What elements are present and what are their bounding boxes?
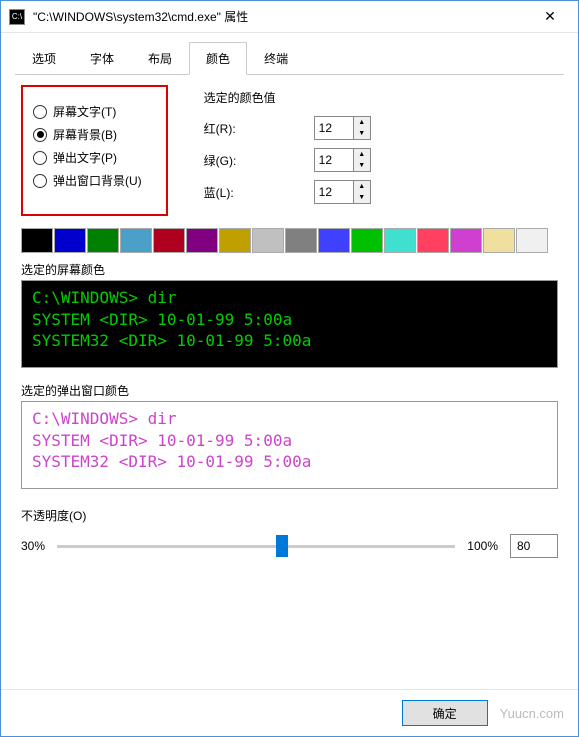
rgb-row-1: 绿(G): ▲▼ bbox=[198, 148, 558, 172]
color-swatch-5[interactable] bbox=[186, 228, 218, 253]
screen-color-preview: C:\WINDOWS> dirSYSTEM <DIR> 10-01-99 5:0… bbox=[21, 280, 558, 368]
color-target-radio-group: 屏幕文字(T) 屏幕背景(B) 弹出文字(P) 弹出窗口背景(U) bbox=[21, 85, 168, 216]
opacity-min-label: 30% bbox=[21, 539, 45, 553]
radio-label: 屏幕背景(B) bbox=[53, 126, 117, 143]
radio-item-1[interactable]: 屏幕背景(B) bbox=[33, 126, 142, 143]
titlebar: C:\ "C:\WINDOWS\system32\cmd.exe" 属性 ✕ bbox=[1, 1, 578, 33]
rgb-input[interactable] bbox=[315, 117, 353, 139]
opacity-slider-thumb[interactable] bbox=[276, 535, 288, 557]
color-swatch-1[interactable] bbox=[54, 228, 86, 253]
rgb-spinner[interactable]: ▲▼ bbox=[314, 180, 371, 204]
color-swatch-9[interactable] bbox=[318, 228, 350, 253]
rgb-label: 红(R): bbox=[204, 120, 264, 137]
radio-label: 弹出窗口背景(U) bbox=[53, 172, 142, 189]
preview-line: SYSTEM <DIR> 10-01-99 5:00a bbox=[32, 430, 547, 452]
screen-preview-label: 选定的屏幕颜色 bbox=[21, 261, 558, 278]
color-swatch-14[interactable] bbox=[483, 228, 515, 253]
opacity-label: 不透明度(O) bbox=[21, 507, 558, 524]
watermark-text: Yuucn.com bbox=[500, 706, 564, 721]
radio-item-3[interactable]: 弹出窗口背景(U) bbox=[33, 172, 142, 189]
color-swatch-12[interactable] bbox=[417, 228, 449, 253]
dialog-footer: 确定 Yuucn.com bbox=[1, 689, 578, 736]
ok-button[interactable]: 确定 bbox=[402, 700, 488, 726]
window-title: "C:\WINDOWS\system32\cmd.exe" 属性 bbox=[33, 8, 530, 25]
rgb-input[interactable] bbox=[315, 181, 353, 203]
color-swatch-2[interactable] bbox=[87, 228, 119, 253]
color-swatch-10[interactable] bbox=[351, 228, 383, 253]
color-tab-panel: 屏幕文字(T) 屏幕背景(B) 弹出文字(P) 弹出窗口背景(U) 选定的颜色值 红(… bbox=[15, 75, 564, 681]
radio-item-2[interactable]: 弹出文字(P) bbox=[33, 149, 142, 166]
color-palette bbox=[21, 228, 558, 253]
radio-label: 屏幕文字(T) bbox=[53, 103, 116, 120]
spinner-down-icon[interactable]: ▼ bbox=[354, 192, 370, 203]
tab-0[interactable]: 选项 bbox=[15, 42, 73, 75]
popup-preview-label: 选定的弹出窗口颜色 bbox=[21, 382, 558, 399]
preview-line: SYSTEM32 <DIR> 10-01-99 5:00a bbox=[32, 330, 547, 352]
properties-dialog: C:\ "C:\WINDOWS\system32\cmd.exe" 属性 ✕ 选… bbox=[0, 0, 579, 737]
radio-indicator bbox=[33, 105, 47, 119]
color-swatch-6[interactable] bbox=[219, 228, 251, 253]
rgb-label: 绿(G): bbox=[204, 152, 264, 169]
opacity-max-label: 100% bbox=[467, 539, 498, 553]
rgb-input[interactable] bbox=[315, 149, 353, 171]
preview-line: SYSTEM32 <DIR> 10-01-99 5:00a bbox=[32, 451, 547, 473]
dialog-content: 选项字体布局颜色终端 屏幕文字(T) 屏幕背景(B) 弹出文字(P) 弹出窗口背景(U… bbox=[1, 33, 578, 689]
radio-item-0[interactable]: 屏幕文字(T) bbox=[33, 103, 142, 120]
tab-4[interactable]: 终端 bbox=[247, 42, 305, 75]
popup-color-preview: C:\WINDOWS> dirSYSTEM <DIR> 10-01-99 5:0… bbox=[21, 401, 558, 489]
spinner-up-icon[interactable]: ▲ bbox=[354, 149, 370, 160]
spinner-down-icon[interactable]: ▼ bbox=[354, 160, 370, 171]
preview-line: C:\WINDOWS> dir bbox=[32, 408, 547, 430]
color-swatch-7[interactable] bbox=[252, 228, 284, 253]
rgb-spinner[interactable]: ▲▼ bbox=[314, 116, 371, 140]
color-swatch-13[interactable] bbox=[450, 228, 482, 253]
radio-indicator bbox=[33, 128, 47, 142]
opacity-slider[interactable] bbox=[57, 536, 455, 556]
preview-line: C:\WINDOWS> dir bbox=[32, 287, 547, 309]
rgb-spinner[interactable]: ▲▼ bbox=[314, 148, 371, 172]
radio-indicator bbox=[33, 174, 47, 188]
spinner-down-icon[interactable]: ▼ bbox=[354, 128, 370, 139]
spinner-up-icon[interactable]: ▲ bbox=[354, 117, 370, 128]
rgb-group-title: 选定的颜色值 bbox=[204, 89, 558, 106]
color-swatch-8[interactable] bbox=[285, 228, 317, 253]
rgb-value-group: 选定的颜色值 红(R):▲▼绿(G):▲▼蓝(L):▲▼ bbox=[198, 85, 558, 216]
color-swatch-4[interactable] bbox=[153, 228, 185, 253]
cmd-icon: C:\ bbox=[9, 9, 25, 25]
color-swatch-3[interactable] bbox=[120, 228, 152, 253]
spinner-up-icon[interactable]: ▲ bbox=[354, 181, 370, 192]
close-button[interactable]: ✕ bbox=[530, 3, 570, 31]
tab-2[interactable]: 布局 bbox=[131, 42, 189, 75]
radio-indicator bbox=[33, 151, 47, 165]
tab-strip: 选项字体布局颜色终端 bbox=[15, 41, 564, 75]
color-swatch-11[interactable] bbox=[384, 228, 416, 253]
color-swatch-0[interactable] bbox=[21, 228, 53, 253]
preview-line: SYSTEM <DIR> 10-01-99 5:00a bbox=[32, 309, 547, 331]
opacity-input[interactable] bbox=[510, 534, 558, 558]
tab-1[interactable]: 字体 bbox=[73, 42, 131, 75]
rgb-row-0: 红(R): ▲▼ bbox=[198, 116, 558, 140]
tab-3[interactable]: 颜色 bbox=[189, 42, 247, 75]
rgb-row-2: 蓝(L): ▲▼ bbox=[198, 180, 558, 204]
color-swatch-15[interactable] bbox=[516, 228, 548, 253]
radio-label: 弹出文字(P) bbox=[53, 149, 117, 166]
rgb-label: 蓝(L): bbox=[204, 184, 264, 201]
